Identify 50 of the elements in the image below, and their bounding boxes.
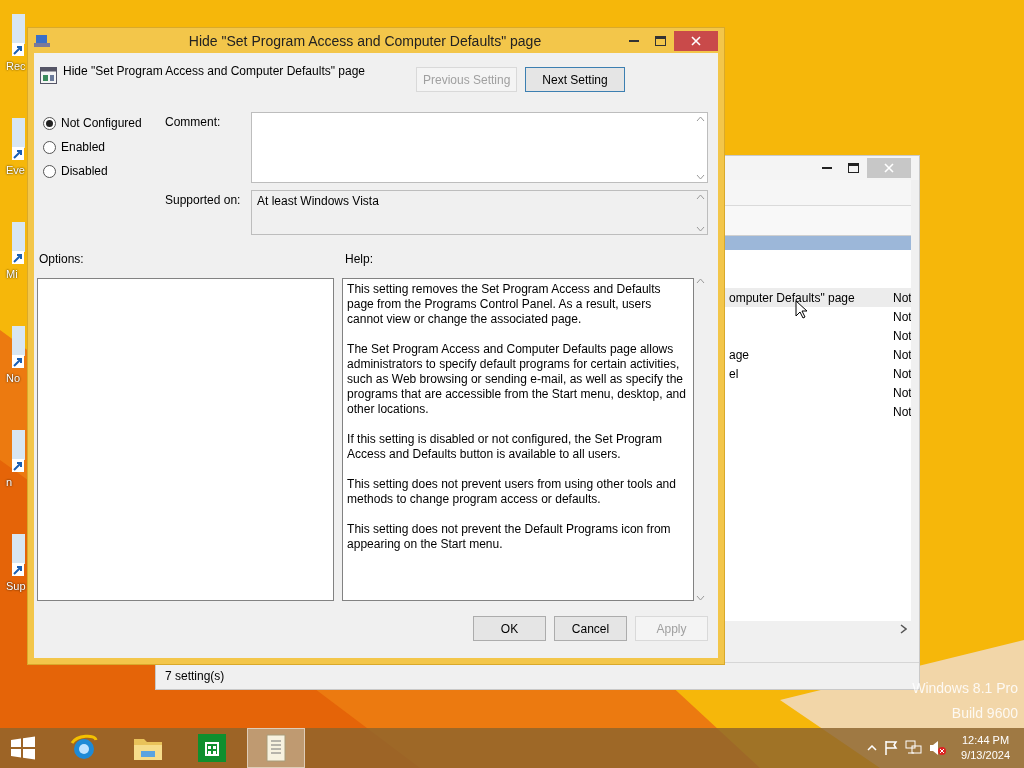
setting-icon (40, 67, 57, 84)
windows-icon[interactable] (10, 736, 36, 760)
chevron-up-icon[interactable] (867, 745, 878, 751)
status-text: 7 setting(s) (165, 669, 225, 683)
dialog-button[interactable]: Cancel (554, 616, 627, 641)
maximize-icon (655, 35, 666, 46)
radio-label[interactable]: Disabled (61, 164, 108, 178)
help-paragraph: The Set Program Access and Computer Defaults page allows administrators to specify default programs for certain activities, such as Web browsing or sending e-mail, as well as specify the programs that are accessible from the Start menu, desktop, and other locations. (347, 342, 687, 417)
app-icon (34, 33, 50, 48)
setting-state: Not (893, 366, 911, 381)
minimize-icon (821, 167, 832, 169)
comment-label: Comment: (165, 114, 222, 131)
comment-field[interactable] (251, 112, 708, 183)
supported-label: Supported on: (165, 192, 242, 209)
radio-label[interactable]: Not Configured (61, 116, 142, 130)
setting-name: omputer Defaults" page (729, 290, 856, 305)
minimize-icon (628, 39, 639, 42)
store-icon[interactable] (197, 733, 227, 763)
clock[interactable]: 12:44 PM 9/13/2024 (961, 733, 1010, 763)
setting-name: el (729, 366, 740, 381)
window-title: Hide "Set Program Access and Computer Defaults" page (187, 32, 543, 49)
radio-label[interactable]: Enabled (61, 140, 106, 154)
scroll-up-icon[interactable] (696, 116, 705, 122)
muted-speaker-icon[interactable] (929, 740, 948, 756)
setting-state: Not (893, 347, 911, 362)
help-paragraph: This setting removes the Set Program Access and Defaults page from the Programs Control Panel. As a result, users cannot view or change the associated page. (347, 282, 662, 327)
radio-button[interactable] (43, 116, 56, 130)
network-icon[interactable] (905, 740, 924, 756)
scroll-right-icon[interactable] (900, 624, 907, 634)
help-label: Help: (345, 251, 374, 268)
nav-button[interactable]: Next Setting (525, 67, 625, 92)
flag-icon[interactable] (883, 740, 900, 756)
close-icon (884, 163, 894, 173)
setting-title: Hide "Set Program Access and Computer Defaults" page (63, 64, 366, 78)
setting-name: age (729, 347, 751, 362)
edition-text: Build 9600 (950, 704, 1018, 723)
radio-button[interactable] (43, 164, 56, 178)
help-paragraph: This setting does not prevent users from using other tools and methods to change program access or defaults. (347, 477, 677, 507)
supported-field: At least Windows Vista (251, 190, 708, 235)
maximize-icon (848, 163, 859, 173)
radio-button[interactable] (43, 140, 56, 154)
setting-state: Not (893, 290, 911, 305)
help-paragraph: If this setting is disabled or not configured, the Set Program Access and Defaults button is available to all users. (347, 432, 663, 462)
options-label: Options: (38, 251, 85, 268)
dialog-button[interactable]: OK (473, 616, 546, 641)
setting-state: Not (893, 328, 911, 343)
help-paragraph: This setting does not prevent the Default Programs icon from appearing on the Start menu. (347, 522, 672, 552)
cursor-icon (795, 300, 807, 319)
scroll-down-icon[interactable] (696, 174, 705, 180)
close-icon (691, 35, 701, 46)
